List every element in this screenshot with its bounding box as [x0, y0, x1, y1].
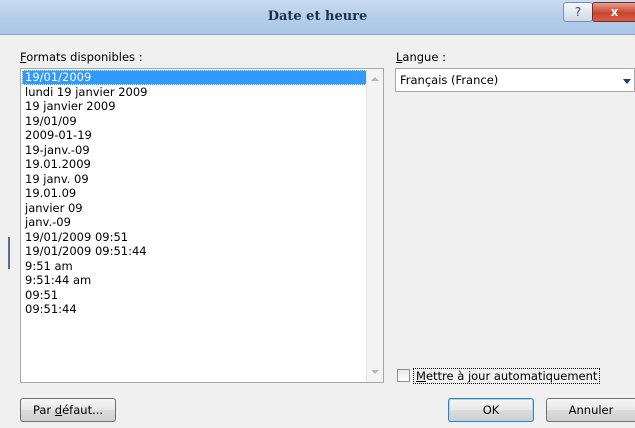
language-select[interactable]: Français (France): [395, 68, 635, 92]
auto-update-label-text: ettre à jour automatiquement: [425, 369, 598, 383]
scroll-down-arrow-icon[interactable]: [371, 370, 379, 374]
auto-update-label-accesskey: M: [416, 369, 426, 383]
formats-listbox[interactable]: 19/01/2009 lundi 19 janvier 2009 19 janvie…: [20, 68, 384, 383]
formats-scrollbar[interactable]: [366, 69, 383, 382]
dialog-title: Date et heure: [267, 9, 368, 24]
format-list-item[interactable]: 19/01/2009: [22, 70, 368, 85]
format-list-item[interactable]: 2009-01-19: [22, 128, 368, 143]
format-list-item[interactable]: 9:51:44 am: [22, 273, 368, 288]
formats-list: 19/01/2009 lundi 19 janvier 2009 19 janvie…: [22, 70, 368, 317]
format-list-item[interactable]: 19.01.2009: [22, 157, 368, 172]
format-list-item[interactable]: 09:51: [22, 288, 368, 303]
default-button[interactable]: Par défaut...: [20, 398, 116, 422]
cancel-button[interactable]: Annuler: [546, 398, 635, 422]
format-list-item[interactable]: janv.-09: [22, 215, 368, 230]
format-list-item[interactable]: lundi 19 janvier 2009: [22, 85, 368, 100]
format-list-item[interactable]: 19 janvier 2009: [22, 99, 368, 114]
default-button-accesskey: d: [54, 403, 63, 417]
default-button-label-post: éfaut...: [62, 403, 104, 417]
language-label-text: angue :: [402, 50, 446, 64]
format-list-item[interactable]: 19.01.09: [22, 186, 368, 201]
date-time-dialog: Date et heure ? x Formats disponibles : …: [0, 0, 635, 428]
ok-button[interactable]: OK: [448, 398, 534, 422]
default-button-label-pre: Par: [32, 403, 55, 417]
format-list-item[interactable]: 09:51:44: [22, 302, 368, 317]
auto-update-checkbox[interactable]: [397, 369, 410, 382]
scroll-up-arrow-icon[interactable]: [371, 77, 379, 81]
dropdown-arrow-icon[interactable]: [623, 79, 631, 84]
window-edge-accent: [8, 237, 10, 269]
format-list-item[interactable]: 19 janv. 09: [22, 172, 368, 187]
help-button[interactable]: ?: [563, 2, 593, 22]
format-list-item[interactable]: 19/01/2009 09:51: [22, 230, 368, 245]
format-list-item[interactable]: 19/01/2009 09:51:44: [22, 244, 368, 259]
format-list-item[interactable]: 19-janv.-09: [22, 143, 368, 158]
formats-label-text: ormats disponibles :: [26, 50, 143, 64]
language-select-value: Français (France): [400, 73, 499, 87]
language-label: Langue :: [396, 50, 446, 64]
format-list-item[interactable]: 19/01/09: [22, 114, 368, 129]
format-list-item[interactable]: 9:51 am: [22, 259, 368, 274]
close-button[interactable]: x: [592, 2, 635, 22]
auto-update-label[interactable]: Mettre à jour automatiquement: [413, 368, 601, 384]
title-bar[interactable]: Date et heure ? x: [0, 0, 635, 35]
format-list-item[interactable]: janvier 09: [22, 201, 368, 216]
formats-label: Formats disponibles :: [20, 50, 143, 64]
